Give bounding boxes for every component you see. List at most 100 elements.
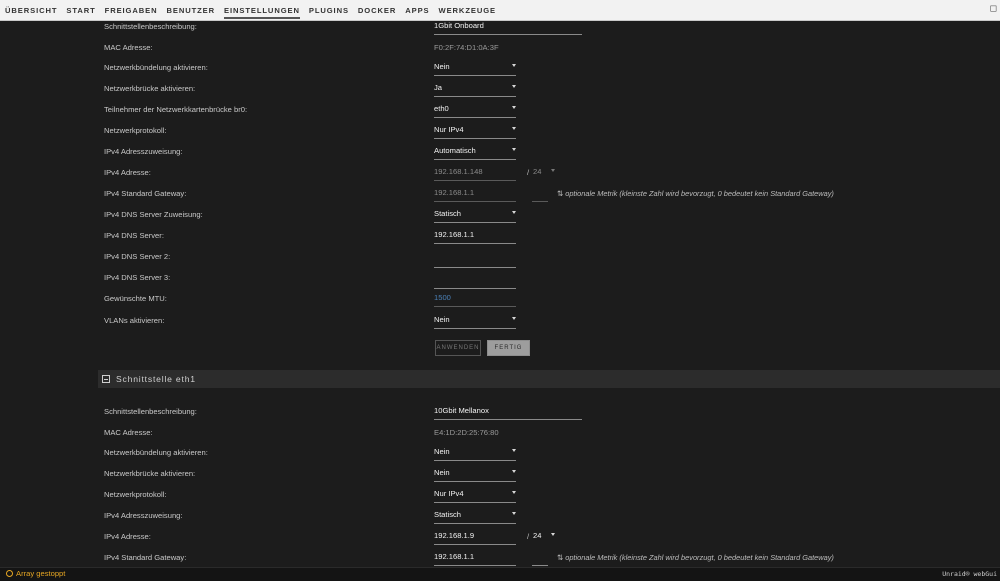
nav-item-benutzer[interactable]: BENUTZER bbox=[166, 0, 215, 21]
eth1-bonding-row: Netzwerkbündelung aktivieren: Nein bbox=[0, 442, 1000, 463]
eth0-bridge-members-row: Teilnehmer der Netzwerkkartenbrücke br0:… bbox=[0, 99, 1000, 120]
chevron-down-icon bbox=[551, 169, 555, 172]
eth1-gateway-metric-input[interactable] bbox=[532, 549, 548, 566]
eth0-bridge-value: Ja bbox=[434, 83, 443, 92]
eth0-dns1-label: IPv4 DNS Server: bbox=[104, 231, 164, 240]
eth0-dns1-input[interactable]: 192.168.1.1 bbox=[434, 227, 516, 244]
eth0-dns3-input[interactable] bbox=[434, 272, 516, 289]
chevron-down-icon bbox=[512, 64, 516, 67]
eth1-bonding-value: Nein bbox=[434, 447, 450, 456]
nav-item-freigaben[interactable]: FREIGABEN bbox=[105, 0, 158, 21]
eth0-mac-label: MAC Adresse: bbox=[104, 43, 153, 52]
eth1-protocol-select[interactable]: Nur IPv4 bbox=[434, 486, 516, 503]
network-card-icon bbox=[102, 375, 110, 383]
eth1-gateway-label: IPv4 Standard Gateway: bbox=[104, 553, 187, 562]
nav-item-docker[interactable]: DOCKER bbox=[358, 0, 396, 21]
eth0-dns2-input[interactable] bbox=[434, 251, 516, 268]
eth1-ipv4-address-input[interactable]: 192.168.1.9 bbox=[434, 528, 516, 545]
eth0-protocol-value: Nur IPv4 bbox=[434, 125, 464, 134]
eth1-protocol-value: Nur IPv4 bbox=[434, 489, 464, 498]
eth1-description-row: Schnittstellenbeschreibung: 10Gbit Mella… bbox=[0, 401, 1000, 422]
eth0-mtu-row: Gewünschte MTU: 1500 bbox=[0, 288, 1000, 309]
chevron-down-icon bbox=[512, 106, 516, 109]
eth0-ipv4-assign-row: IPv4 Adresszuweisung: Automatisch bbox=[0, 141, 1000, 162]
eth1-gateway-note: ⇅ optionale Metrik (kleinste Zahl wird be… bbox=[557, 547, 834, 567]
nav-item-start[interactable]: START bbox=[66, 0, 95, 21]
chevron-down-icon bbox=[551, 533, 555, 536]
eth0-bonding-row: Netzwerkbündelung aktivieren: Nein bbox=[0, 57, 1000, 78]
eth0-gateway-metric-input[interactable] bbox=[532, 185, 548, 202]
eth0-dns-assign-row: IPv4 DNS Server Zuweisung: Statisch bbox=[0, 204, 1000, 225]
chevron-down-icon bbox=[512, 127, 516, 130]
eth1-bonding-label: Netzwerkbündelung aktivieren: bbox=[104, 448, 208, 457]
eth0-vlan-value: Nein bbox=[434, 315, 450, 324]
eth1-ipv4-address-label: IPv4 Adresse: bbox=[104, 532, 151, 541]
nav-item-einstellungen[interactable]: EINSTELLUNGEN bbox=[224, 0, 300, 21]
eth0-ipv4-mask-value: 24 bbox=[533, 167, 542, 176]
done-button[interactable]: FERTIG bbox=[487, 340, 530, 356]
eth1-ipv4-assign-select[interactable]: Statisch bbox=[434, 507, 516, 524]
chevron-down-icon bbox=[512, 85, 516, 88]
eth1-bridge-select[interactable]: Nein bbox=[434, 465, 516, 482]
eth0-bridge-members-label: Teilnehmer der Netzwerkkartenbrücke br0: bbox=[104, 105, 248, 114]
eth1-gateway-note-text: optionale Metrik (kleinste Zahl wird bev… bbox=[565, 553, 834, 562]
eth0-mtu-input[interactable]: 1500 bbox=[434, 290, 516, 307]
eth0-bridge-members-value: eth0 bbox=[434, 104, 449, 113]
eth1-ipv4-assign-row: IPv4 Adresszuweisung: Statisch bbox=[0, 505, 1000, 526]
eth0-protocol-select[interactable]: Nur IPv4 bbox=[434, 122, 516, 139]
chevron-down-icon bbox=[512, 512, 516, 515]
nav-item-uebersicht[interactable]: ÜBERSICHT bbox=[5, 0, 57, 21]
status-footer: Array gestoppt Unraid® webGui bbox=[0, 567, 1000, 581]
eth1-ipv4-mask-select[interactable]: 24 bbox=[533, 528, 555, 545]
eth0-dns-assign-label: IPv4 DNS Server Zuweisung: bbox=[104, 210, 203, 219]
chevron-down-icon bbox=[512, 470, 516, 473]
eth1-mac-label: MAC Adresse: bbox=[104, 428, 153, 437]
eth0-mac-value: F0:2F:74:D1:0A:3F bbox=[434, 43, 499, 52]
eth0-ipv4-assign-label: IPv4 Adresszuweisung: bbox=[104, 147, 183, 156]
eth0-gateway-input[interactable]: 192.168.1.1 bbox=[434, 185, 516, 202]
eth0-dns-assign-select[interactable]: Statisch bbox=[434, 206, 516, 223]
eth0-bonding-select[interactable]: Nein bbox=[434, 59, 516, 76]
array-status: Array gestoppt bbox=[6, 569, 65, 578]
eth0-description-row: Schnittstellenbeschreibung: 1Gbit Onboar… bbox=[0, 21, 1000, 37]
eth1-mask-separator: / bbox=[527, 532, 530, 541]
eth0-ipv4-mask-select[interactable]: 24 bbox=[533, 164, 555, 181]
array-status-text: Array gestoppt bbox=[16, 569, 66, 578]
eth1-ipv4-address-row: IPv4 Adresse: 192.168.1.9 / 24 bbox=[0, 526, 1000, 547]
nav-item-plugins[interactable]: PLUGINS bbox=[309, 0, 349, 21]
eth0-vlan-select[interactable]: Nein bbox=[434, 312, 516, 329]
eth0-dns1-row: IPv4 DNS Server: 192.168.1.1 bbox=[0, 225, 1000, 246]
eth1-ipv4-assign-value: Statisch bbox=[434, 510, 462, 519]
eth1-gateway-input[interactable]: 192.168.1.1 bbox=[434, 549, 516, 566]
eth1-bridge-label: Netzwerkbrücke aktivieren: bbox=[104, 469, 196, 478]
eth0-bridge-members-select[interactable]: eth0 bbox=[434, 101, 516, 118]
eth1-description-input[interactable]: 10Gbit Mellanox bbox=[434, 403, 582, 420]
nav-item-apps[interactable]: APPS bbox=[405, 0, 429, 21]
eth1-ipv4-assign-label: IPv4 Adresszuweisung: bbox=[104, 511, 183, 520]
nav-overflow-icon[interactable]: ◻ bbox=[990, 4, 997, 14]
eth1-bridge-row: Netzwerkbrücke aktivieren: Nein bbox=[0, 463, 1000, 484]
eth0-mask-separator: / bbox=[527, 168, 530, 177]
apply-button[interactable]: ANWENDEN bbox=[435, 340, 481, 356]
section-header-eth1: Schnittstelle eth1 bbox=[98, 370, 1000, 388]
chevron-down-icon bbox=[512, 449, 516, 452]
eth0-gateway-label: IPv4 Standard Gateway: bbox=[104, 189, 187, 198]
eth0-description-label: Schnittstellenbeschreibung: bbox=[104, 22, 197, 31]
nav-item-werkzeuge[interactable]: WERKZEUGE bbox=[439, 0, 496, 21]
eth0-mac-row: MAC Adresse: F0:2F:74:D1:0A:3F bbox=[0, 37, 1000, 58]
brand-label: Unraid® webGui bbox=[942, 570, 997, 578]
eth0-vlan-row: VLANs aktivieren: Nein bbox=[0, 310, 1000, 331]
eth0-description-input[interactable]: 1Gbit Onboard bbox=[434, 21, 582, 35]
top-navigation: ÜBERSICHT START FREIGABEN BENUTZER EINST… bbox=[0, 0, 1000, 21]
eth1-description-label: Schnittstellenbeschreibung: bbox=[104, 407, 197, 416]
chevron-down-icon bbox=[512, 317, 516, 320]
eth1-bonding-select[interactable]: Nein bbox=[434, 444, 516, 461]
eth0-ipv4-address-input[interactable]: 192.168.1.148 bbox=[434, 164, 516, 181]
eth1-protocol-label: Netzwerkprotokoll: bbox=[104, 490, 167, 499]
eth1-bridge-value: Nein bbox=[434, 468, 450, 477]
eth0-protocol-row: Netzwerkprotokoll: Nur IPv4 bbox=[0, 120, 1000, 141]
sort-icon: ⇅ bbox=[557, 553, 564, 562]
eth0-bridge-select[interactable]: Ja bbox=[434, 80, 516, 97]
eth0-dns2-label: IPv4 DNS Server 2: bbox=[104, 252, 171, 261]
eth0-ipv4-assign-select[interactable]: Automatisch bbox=[434, 143, 516, 160]
